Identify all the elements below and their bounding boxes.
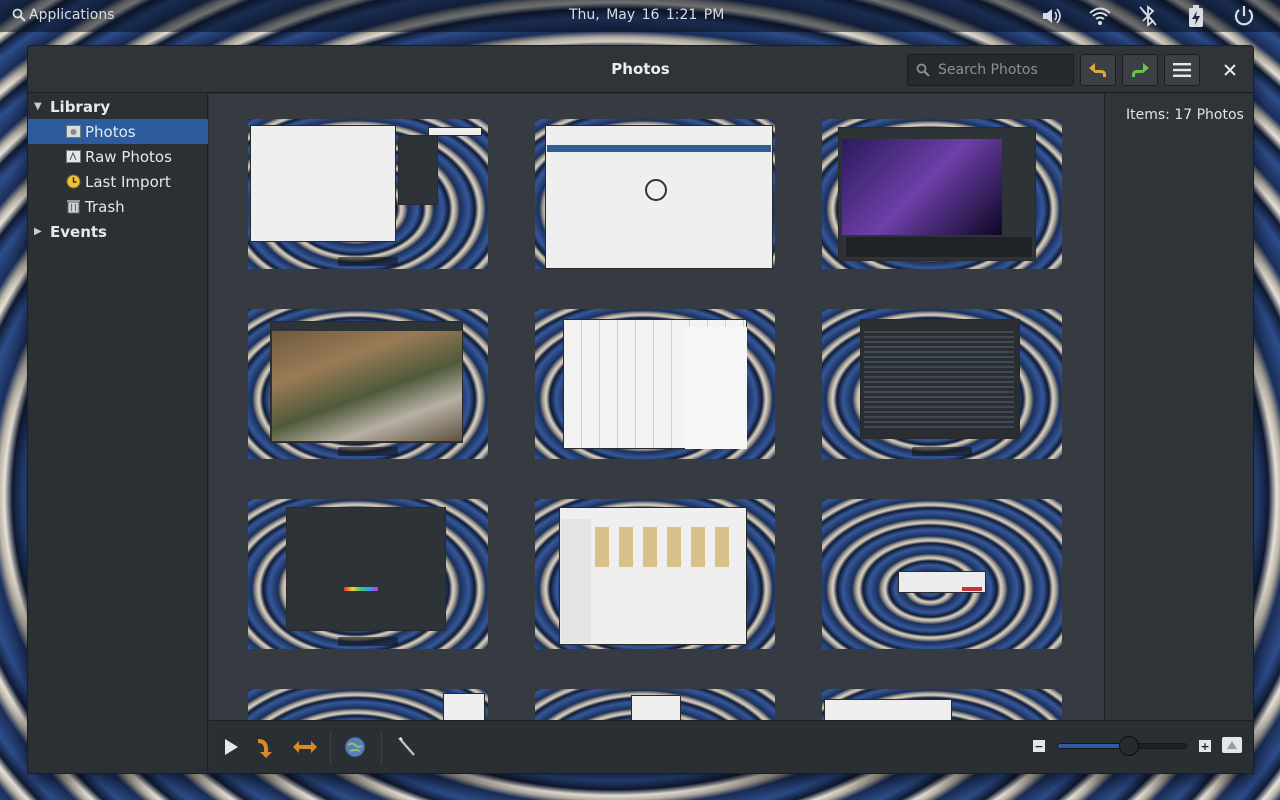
photo-thumbnail[interactable] bbox=[822, 689, 1062, 720]
library-label: Library bbox=[50, 97, 111, 116]
photo-thumbnail[interactable] bbox=[248, 499, 488, 649]
photo-thumbnail[interactable] bbox=[248, 689, 488, 720]
rotate-button[interactable] bbox=[253, 733, 281, 761]
photos-window: Photos Search Photos ▼ Library Photos Ra… bbox=[27, 45, 1254, 774]
sidebar-item-label: Last Import bbox=[85, 172, 171, 191]
battery-charging-icon[interactable] bbox=[1172, 4, 1220, 28]
sidebar-item-library[interactable]: ▼ Library bbox=[28, 94, 208, 119]
last-import-icon bbox=[66, 174, 81, 189]
photo-grid bbox=[209, 94, 1104, 720]
photo-thumbnail[interactable] bbox=[822, 119, 1062, 269]
enhance-icon bbox=[398, 737, 415, 756]
photo-thumbnail[interactable] bbox=[248, 119, 488, 269]
flip-icon bbox=[293, 741, 317, 753]
applications-menu[interactable]: Applications bbox=[12, 7, 115, 23]
photo-thumbnail[interactable] bbox=[535, 309, 775, 459]
play-button[interactable] bbox=[217, 733, 245, 761]
bottom-toolbar bbox=[209, 720, 1104, 773]
expander-open-icon[interactable]: ▼ bbox=[34, 101, 44, 112]
view-toggle-icon[interactable] bbox=[1222, 737, 1242, 753]
trash-icon bbox=[66, 199, 81, 214]
sidebar-item-label: Raw Photos bbox=[85, 147, 172, 166]
publish-icon bbox=[344, 736, 366, 758]
redo-button[interactable] bbox=[1122, 54, 1158, 86]
photo-thumbnail[interactable] bbox=[822, 499, 1062, 649]
search-icon bbox=[12, 8, 26, 22]
photo-thumbnail[interactable] bbox=[248, 309, 488, 459]
raw-photos-icon bbox=[66, 149, 81, 164]
undo-button[interactable] bbox=[1080, 54, 1116, 86]
sidebar-item-events[interactable]: ▶ Events bbox=[28, 219, 208, 244]
search-input[interactable]: Search Photos bbox=[907, 54, 1074, 86]
bluetooth-off-icon[interactable] bbox=[1124, 4, 1172, 28]
top-panel: Applications Thu, May 16 1:21 PM bbox=[0, 0, 1280, 32]
wifi-icon[interactable] bbox=[1076, 4, 1124, 28]
undo-icon bbox=[1089, 63, 1106, 77]
sidebar-item-label: Photos bbox=[85, 122, 136, 141]
sidebar-item-trash[interactable]: Trash bbox=[28, 194, 208, 219]
close-icon bbox=[1224, 64, 1236, 76]
photo-thumbnail[interactable] bbox=[822, 309, 1062, 459]
header-bar: Photos Search Photos bbox=[28, 46, 1253, 93]
items-label: Items: bbox=[1126, 107, 1170, 123]
menu-button[interactable] bbox=[1164, 54, 1200, 86]
sidebar-item-last-import[interactable]: Last Import bbox=[28, 169, 208, 194]
items-value: 17 Photos bbox=[1174, 107, 1244, 123]
publish-button[interactable] bbox=[341, 733, 369, 761]
photo-thumbnail[interactable] bbox=[535, 689, 775, 720]
zoom-in-button[interactable]: + bbox=[1199, 740, 1211, 752]
volume-icon[interactable] bbox=[1028, 4, 1076, 28]
search-placeholder: Search Photos bbox=[938, 62, 1038, 78]
zoom-slider-fill bbox=[1058, 744, 1129, 748]
items-count: Items: 17 Photos bbox=[1126, 107, 1244, 123]
sidebar-item-label: Trash bbox=[85, 197, 125, 216]
enhance-button[interactable] bbox=[393, 733, 421, 761]
zoom-out-button[interactable]: − bbox=[1033, 740, 1045, 752]
close-button[interactable] bbox=[1218, 58, 1242, 82]
zoom-slider-knob[interactable] bbox=[1118, 736, 1139, 756]
power-icon[interactable] bbox=[1220, 4, 1268, 28]
photo-thumbnail[interactable] bbox=[535, 119, 775, 269]
events-label: Events bbox=[50, 222, 107, 241]
photo-thumbnail[interactable] bbox=[535, 499, 775, 649]
system-tray bbox=[1028, 4, 1268, 28]
search-icon bbox=[916, 63, 930, 77]
flip-button[interactable] bbox=[291, 733, 319, 761]
applications-label: Applications bbox=[29, 7, 115, 23]
sidebar: ▼ Library Photos Raw Photos Last Import bbox=[28, 94, 208, 773]
sidebar-item-raw-photos[interactable]: Raw Photos bbox=[28, 144, 208, 169]
rotate-icon bbox=[258, 739, 272, 758]
expander-closed-icon[interactable]: ▶ bbox=[34, 226, 44, 237]
play-icon bbox=[225, 739, 238, 755]
photos-icon bbox=[66, 124, 81, 139]
redo-icon bbox=[1132, 63, 1149, 77]
menu-icon bbox=[1173, 63, 1191, 77]
sidebar-item-photos[interactable]: Photos bbox=[28, 119, 208, 144]
clock[interactable]: Thu, May 16 1:21 PM bbox=[569, 7, 724, 23]
info-pane: Items: 17 Photos bbox=[1104, 94, 1253, 773]
